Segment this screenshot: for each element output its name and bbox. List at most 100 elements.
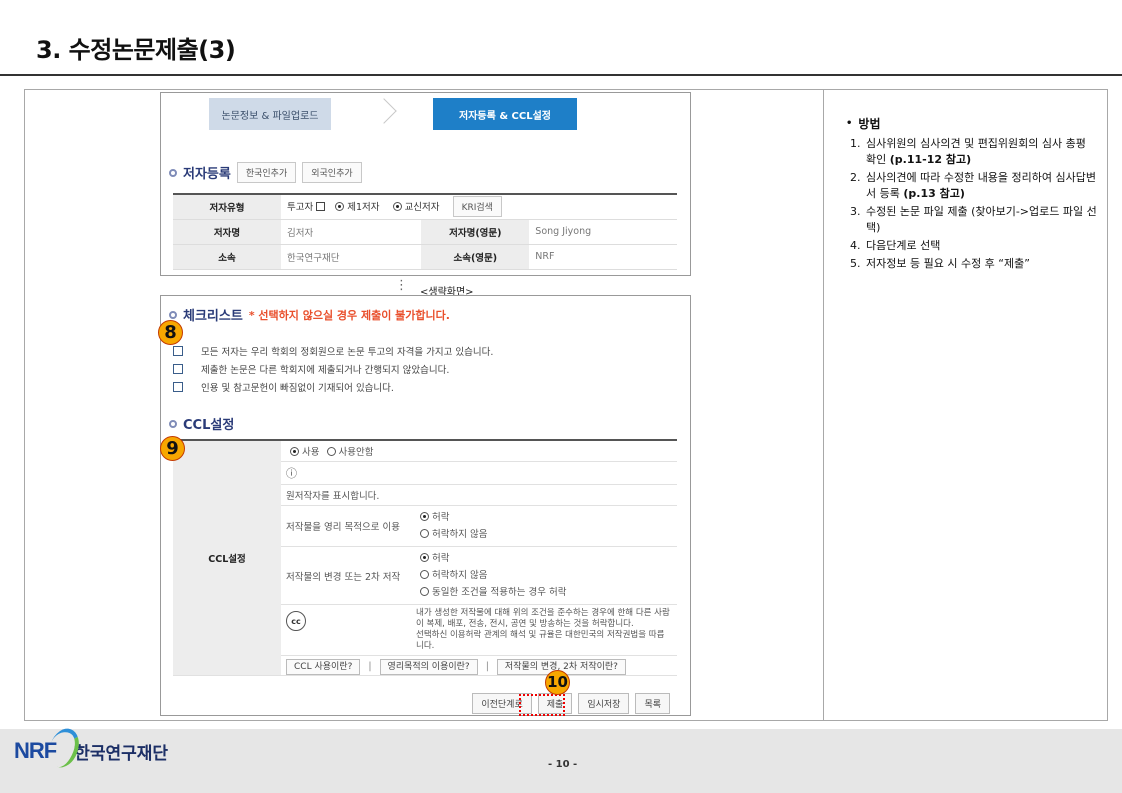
nrf-logo: NRF 한국연구재단 [14,724,168,772]
step-badge-9: 9 [160,436,185,461]
step-badge-10: 10 [545,670,570,695]
table-row: 저자유형 투고자 제1저자 교신저자 KRI검색 [173,193,677,220]
attribution-icon: ⓘ [281,461,677,485]
author-section-head: 저자등록 한국인추가 외국인추가 [169,162,362,183]
checklist-checkbox-1[interactable] [173,346,183,356]
first-author-radio[interactable] [335,202,345,212]
corresponding-author-radio[interactable] [392,202,402,212]
bullet-ring-icon [169,419,177,428]
checklist-title: 체크리스트 [183,309,243,324]
ccl-use-cell: 사용 사용안함 [281,439,677,462]
nrf-logo-mark: NRF [14,724,84,772]
affiliation-en-value[interactable]: NRF [529,244,677,270]
ccl-section-head: CCL설정 [169,414,234,433]
derivative-disallow-label: 허락하지 않음 [432,570,488,581]
commercial-disallow-label: 허락하지 않음 [432,529,488,540]
affiliation-label: 소속 [173,244,281,270]
cc-logo-cell: cc [281,604,411,656]
ccl-notice-2: 선택하신 이용허락 관계의 해석 및 규율은 대한민국의 저작권법을 따릅니다. [416,630,665,651]
ccl-notice-1: 내가 생성한 저작물에 대해 위의 조건을 준수하는 경우에 한해 다른 사람이… [416,608,670,629]
affiliation-value[interactable]: 한국연구재단 [281,244,422,270]
cc-logo-icon: cc [286,611,306,631]
commercial-disallow-radio[interactable] [420,529,429,538]
separator: | [485,661,489,672]
item-number: 3. [850,205,861,218]
ccl-not-use-label: 사용안함 [338,447,374,458]
list-item: 3. 수정된 논문 파일 제출 (찾아보기->업로드 파일 선택) [850,204,1098,236]
author-table: 저자유형 투고자 제1저자 교신저자 KRI검색 저자명 김저자 저자명(영문)… [173,193,677,270]
list-item: 2. 심사의견에 따라 수정한 내용을 정리하여 심사답변서 등록 (p.13 참… [850,170,1098,202]
kri-search-button[interactable]: KRI검색 [452,196,502,218]
commercial-what-button[interactable]: 영리목적의 이용이란? [379,659,478,675]
ccl-use-label: 사용 [302,447,320,458]
checklist: 모든 저자는 우리 학회의 정회원으로 논문 투고의 자격을 가지고 있습니다.… [173,342,493,396]
list-item: 4. 다음단계로 선택 [850,238,1098,254]
commercial-allow-radio[interactable] [420,512,429,521]
author-type-cell: 투고자 제1저자 교신저자 KRI검색 [281,193,677,220]
list-item: 5. 저자정보 등 필요 시 수정 후 “제출” [850,256,1098,272]
checklist-text-3: 인용 및 참고문헌이 빠짐없이 기재되어 있습니다. [201,383,394,394]
commercial-label: 저작물을 영리 목적으로 이용 [281,505,411,547]
instructions-list: 1. 심사위원의 심사의견 및 편집위원회의 심사 총평 확인 (p.11-12 … [846,136,1098,272]
vertical-ellipsis-icon: ⋮ [395,278,408,293]
author-name-label: 저자명 [173,219,281,245]
list-button[interactable]: 목록 [635,693,670,714]
table-row: CCL설정 사용 사용안함 [173,439,677,676]
ccl-row-label: CCL설정 [173,439,281,676]
item-text: 심사위원의 심사의견 및 편집위원회의 심사 총평 확인 (p.11-12 참고… [866,136,1098,168]
logo-arc-icon [44,724,84,772]
corresponding-author-label: 교신저자 [404,202,440,214]
step-badge-8: 8 [158,320,183,345]
item-text: 저자정보 등 필요 시 수정 후 “제출” [866,257,1030,270]
add-foreign-button[interactable]: 외국인추가 [302,162,362,183]
checklist-checkbox-2[interactable] [173,364,183,374]
table-row: 저자명 김저자 저자명(영문) Song Jiyong [173,219,677,245]
add-domestic-button[interactable]: 한국인추가 [236,162,297,183]
ccl-section-title: CCL설정 [183,418,235,433]
bullet-ring-icon [169,310,177,319]
ccl-not-use-radio[interactable] [326,447,336,456]
affiliation-en-label: 소속(영문) [421,244,530,270]
author-name-en-label: 저자명(영문) [421,219,530,245]
list-item: 모든 저자는 우리 학회의 정회원으로 논문 투고의 자격을 가지고 있습니다. [173,342,493,360]
submit-highlight-box [519,694,565,716]
author-section-title: 저자등록 [183,167,231,182]
temp-save-button[interactable]: 임시저장 [578,693,630,714]
chevron-right-icon [371,98,397,124]
derivative-same-label: 동일한 조건을 적용하는 경우 허락 [432,587,567,598]
step-tab-paper-info[interactable]: 논문정보 & 파일업로드 [209,98,331,130]
item-text: 심사의견에 따라 수정한 내용을 정리하여 심사답변서 등록 (p.13 참고) [866,170,1098,202]
action-row: 이전단계로 제출 임시저장 목록 [472,693,670,714]
separator: | [368,661,372,672]
ccl-use-radio[interactable] [290,447,299,456]
derivative-allow-radio[interactable] [420,553,429,562]
slide-title: 3. 수정논문제출(3) [36,36,236,64]
ccl-table: CCL설정 사용 사용안함 ⓘ 원저작자를 표시합니다. 저작물을 영리 목적으… [173,439,677,676]
derivative-same-radio[interactable] [420,587,429,596]
author-name-en-value[interactable]: Song Jiyong [529,219,677,245]
item-number: 5. [850,257,861,270]
ccl-what-button[interactable]: CCL 사용이란? [286,659,361,675]
step-tab-author-ccl[interactable]: 저자등록 & CCL설정 [433,98,577,130]
title-rule [0,74,1122,76]
instructions-panel: 방법 1. 심사위원의 심사의견 및 편집위원회의 심사 총평 확인 (p.11-… [846,116,1098,274]
contributor-checkbox[interactable] [316,202,326,212]
attribution-text: 원저작자를 표시합니다. [281,484,677,506]
derivative-label: 저작물의 변경 또는 2차 저작 [281,546,411,605]
checklist-checkbox-3[interactable] [173,382,183,392]
instructions-heading: 방법 [846,116,1098,132]
item-text: 다음단계로 선택 [866,239,941,252]
item-body: 심사의견에 따라 수정한 내용을 정리하여 심사답변서 등록 [866,171,1097,200]
ccl-links: CCL 사용이란? | 영리목적의 이용이란? | 저작물의 변경, 2차 저작이란? [281,655,677,676]
list-item: 인용 및 참고문헌이 빠짐없이 기재되어 있습니다. [173,378,493,396]
derivative-disallow-radio[interactable] [420,570,429,579]
instructions-heading-text: 방법 [858,117,881,131]
author-type-label: 저자유형 [173,193,281,220]
footer: NRF 한국연구재단 - 10 - [0,724,1122,793]
commercial-allow-label: 허락 [432,512,450,523]
bullet-ring-icon [169,168,177,177]
checklist-text-1: 모든 저자는 우리 학회의 정회원으로 논문 투고의 자격을 가지고 있습니다. [201,347,494,358]
checklist-text-2: 제출한 논문은 다른 학회지에 제출되거나 간행되지 않았습니다. [201,365,450,376]
page-number: - 10 - [548,759,578,770]
author-name-value[interactable]: 김저자 [281,219,422,245]
